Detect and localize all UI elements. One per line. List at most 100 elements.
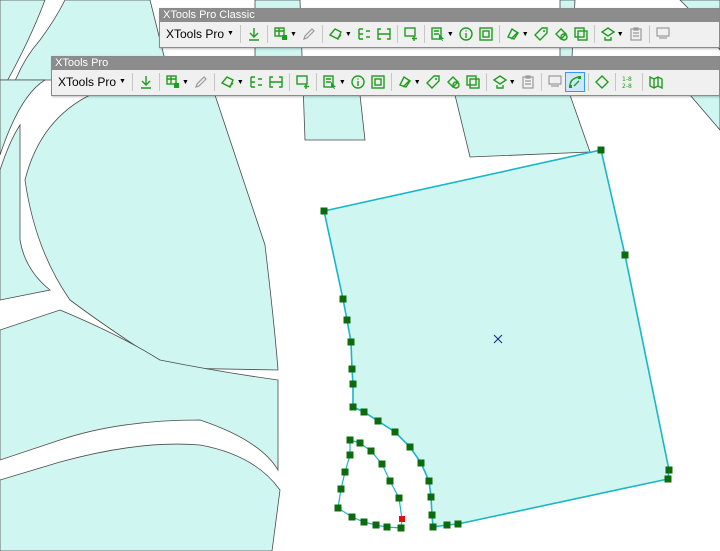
separator (266, 25, 268, 43)
attribute-table-button[interactable] (476, 24, 496, 44)
sketch-vertex[interactable] (417, 459, 425, 467)
sketch-vertex[interactable] (349, 380, 357, 388)
overlay-button[interactable] (503, 24, 523, 44)
export-layer-button[interactable] (598, 24, 618, 44)
chevron-down-icon[interactable]: ▼ (522, 31, 529, 38)
shape-convert-button[interactable] (218, 72, 238, 92)
chevron-down-icon[interactable]: ▼ (237, 79, 244, 86)
export-layer-icon (600, 27, 615, 41)
sketch-vertex[interactable] (346, 436, 354, 444)
tag-icon (425, 75, 440, 89)
overlay-button[interactable] (395, 72, 415, 92)
sketch-vertex[interactable] (360, 408, 368, 416)
toolbar-title[interactable]: XTools Pro (52, 57, 719, 70)
sketch-vertex[interactable] (383, 523, 391, 531)
sketch-vertex[interactable] (386, 477, 394, 485)
chevron-down-icon[interactable]: ▼ (345, 31, 352, 38)
shape-convert-button[interactable] (326, 24, 346, 44)
sketch-vertex[interactable] (428, 511, 436, 519)
sketch-vertex[interactable] (425, 477, 433, 485)
chevron-down-icon[interactable]: ▼ (447, 31, 454, 38)
tag-button[interactable] (423, 72, 443, 92)
sketch-vertex[interactable] (664, 475, 672, 483)
sketch-vertex[interactable] (443, 521, 451, 529)
merge-shape-button[interactable] (266, 72, 286, 92)
sketch-vertex[interactable] (427, 493, 435, 501)
clean-shape-button[interactable] (443, 72, 463, 92)
toolbar-xtools-pro-classic[interactable]: XTools Pro Classic XTools Pro ▼ ▼ ▼ ▼ ▼ ▼ (159, 8, 720, 48)
separator (423, 25, 425, 43)
table-tools-button[interactable] (271, 24, 291, 44)
split-shape-button[interactable] (246, 72, 266, 92)
sketch-vertex[interactable] (367, 447, 375, 455)
info-icon (351, 75, 365, 89)
add-shape-button[interactable] (401, 24, 421, 44)
export-layer-button[interactable] (490, 72, 510, 92)
sketch-vertex[interactable] (343, 316, 351, 324)
current-vertex[interactable] (399, 516, 405, 522)
sketch-vertex[interactable] (597, 146, 605, 154)
merge-shape-button[interactable] (374, 24, 394, 44)
smooth-polygon-button[interactable] (564, 72, 585, 92)
sketch-vertex[interactable] (320, 207, 328, 215)
sketch-vertex[interactable] (334, 504, 342, 512)
sketch-vertex[interactable] (378, 460, 386, 468)
clean-shape-button[interactable] (551, 24, 571, 44)
xtools-menu-dropdown[interactable]: XTools Pro ▼ (163, 24, 237, 44)
chevron-down-icon[interactable]: ▼ (509, 79, 516, 86)
sketch-vertex[interactable] (429, 523, 437, 531)
sql-query-icon (548, 75, 562, 87)
toolbar-title[interactable]: XTools Pro Classic (160, 9, 719, 22)
sketch-vertex[interactable] (621, 251, 629, 259)
chevron-down-icon[interactable]: ▼ (182, 79, 189, 86)
add-shape-icon (296, 75, 309, 89)
attribute-table-button[interactable] (368, 72, 388, 92)
add-shape-button[interactable] (293, 72, 313, 92)
copy-layers-button[interactable] (571, 24, 591, 44)
sketch-vertex[interactable] (347, 338, 355, 346)
sketch-vertex[interactable] (397, 524, 405, 532)
sketch-vertex[interactable] (341, 468, 349, 476)
download-button[interactable] (244, 24, 264, 44)
clipboard-button (626, 24, 646, 44)
select-features-button[interactable] (320, 72, 340, 92)
toolbar-xtools-pro[interactable]: XTools Pro XTools Pro ▼ ▼ ▼ ▼ ▼ ▼ 1-8 2-8 (51, 56, 720, 96)
xtools-menu-dropdown[interactable]: XTools Pro ▼ (55, 72, 129, 92)
clipboard-button (518, 72, 538, 92)
copy-layers-button[interactable] (463, 72, 483, 92)
sketch-vertex[interactable] (348, 513, 356, 521)
sketch-vertex[interactable] (406, 443, 414, 451)
sketch-vertex[interactable] (391, 428, 399, 436)
sketch-vertex[interactable] (454, 520, 462, 528)
chevron-down-icon[interactable]: ▼ (414, 79, 421, 86)
split-shape-button[interactable] (354, 24, 374, 44)
edit-pencil-icon (194, 76, 207, 88)
download-button[interactable] (136, 72, 156, 92)
select-features-icon (431, 27, 444, 41)
sketch-vertex[interactable] (346, 451, 354, 459)
sketch-vertex[interactable] (349, 403, 357, 411)
sketch-vertex[interactable] (374, 417, 382, 425)
sketch-vertex[interactable] (337, 485, 345, 493)
sketch-vertex[interactable] (372, 521, 380, 529)
table-tools-button[interactable] (163, 72, 183, 92)
chevron-down-icon[interactable]: ▼ (290, 31, 297, 38)
info-button[interactable] (348, 72, 368, 92)
shape-convert-icon (328, 28, 342, 40)
export-layer-icon (492, 75, 507, 89)
info-button[interactable] (456, 24, 476, 44)
chevron-down-icon[interactable]: ▼ (339, 79, 346, 86)
sketch-vertex[interactable] (348, 365, 356, 373)
sketch-vertex[interactable] (360, 518, 368, 526)
map-book-button[interactable] (646, 72, 666, 92)
tag-button[interactable] (531, 24, 551, 44)
sketch-vertex[interactable] (395, 494, 403, 502)
chevron-down-icon[interactable]: ▼ (617, 31, 624, 38)
sketch-vertex[interactable] (339, 295, 347, 303)
numbering-button[interactable]: 1-8 2-8 (619, 72, 639, 92)
sketch-vertex[interactable] (356, 439, 364, 447)
split-shape-icon (358, 28, 370, 40)
sketch-vertex[interactable] (665, 466, 673, 474)
diamond-shape-button[interactable] (592, 72, 612, 92)
select-features-button[interactable] (428, 24, 448, 44)
